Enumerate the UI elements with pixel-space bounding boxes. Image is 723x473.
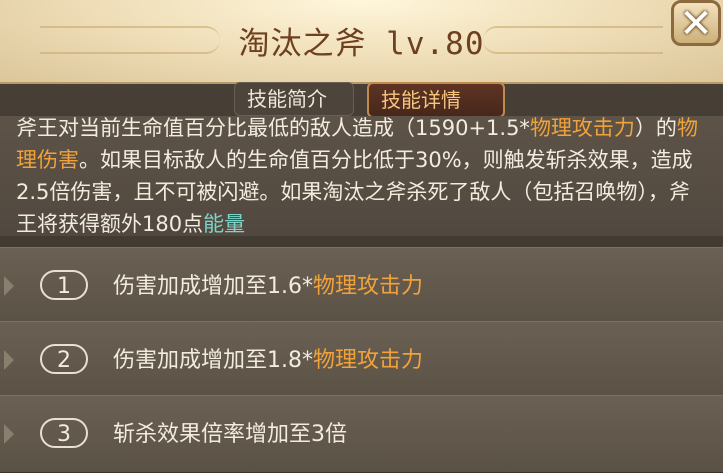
- tab-skill-details[interactable]: 技能详情: [367, 82, 505, 118]
- desc-text-2: ）的: [634, 116, 677, 140]
- skill-detail-panel: 淘汰之斧 lv.80 ✕ 技能简介 技能详情 斧王对当前生命值百分比最低的敌人造…: [0, 0, 723, 473]
- upgrade-number: 1: [40, 270, 88, 300]
- upgrade-number: 3: [40, 418, 88, 448]
- desc-text-1: 斧王对当前生命值百分比最低的敌人造成（1590+1.5*: [16, 116, 530, 140]
- skill-title: 淘汰之斧 lv.80: [238, 26, 485, 62]
- tab-bar: 技能简介 技能详情: [0, 82, 723, 118]
- desc-highlight-energy: 能量: [203, 212, 246, 236]
- upgrade-number: 2: [40, 344, 88, 374]
- desc-text-3: 。如果目标敌人的生命值百分比低于30%，则触发斩杀效果，造成2.5倍伤害，且不可…: [16, 148, 693, 236]
- upgrade-row: 3 斩杀效果倍率增加至3倍: [0, 395, 723, 473]
- close-button[interactable]: ✕: [671, 0, 721, 46]
- arrow-icon: [4, 424, 14, 444]
- skill-description: 斧王对当前生命值百分比最低的敌人造成（1590+1.5*物理攻击力）的物理伤害。…: [0, 116, 723, 236]
- arrow-icon: [4, 350, 14, 370]
- close-icon: ✕: [679, 1, 713, 47]
- upgrade-text: 斩杀效果倍率增加至3倍: [113, 422, 347, 447]
- desc-highlight-attack: 物理攻击力: [529, 116, 635, 140]
- header-banner: 淘汰之斧 lv.80: [0, 0, 723, 84]
- upgrade-text: 伤害加成增加至1.8*物理攻击力: [113, 348, 424, 373]
- upgrade-row: 2 伤害加成增加至1.8*物理攻击力: [0, 321, 723, 399]
- description-area[interactable]: 斧王对当前生命值百分比最低的敌人造成（1590+1.5*物理攻击力）的物理伤害。…: [0, 116, 723, 236]
- upgrade-text: 伤害加成增加至1.6*物理攻击力: [113, 274, 424, 299]
- tab-skill-summary[interactable]: 技能简介: [234, 82, 354, 116]
- upgrade-row: 1 伤害加成增加至1.6*物理攻击力: [0, 247, 723, 325]
- arrow-icon: [4, 276, 14, 296]
